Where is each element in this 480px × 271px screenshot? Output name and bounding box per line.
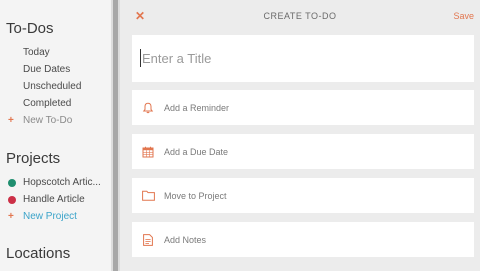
move-to-project-label: Move to Project (164, 190, 227, 201)
project-color-dot (8, 196, 16, 204)
folder-icon (141, 178, 155, 213)
projects-heading: Projects (6, 150, 61, 167)
new-todo-label: New To-Do (23, 115, 73, 126)
bell-icon (141, 90, 155, 125)
new-todo-button[interactable]: + New To-Do (8, 115, 72, 126)
reminder-label: Add a Reminder (164, 102, 230, 113)
nav-item-today[interactable]: Today (23, 47, 50, 58)
title-card (132, 35, 474, 82)
dialog-title: CREATE TO-DO (263, 11, 337, 21)
project-color-dot (8, 179, 16, 187)
move-to-project-row[interactable]: Move to Project (132, 178, 474, 213)
due-date-label: Add a Due Date (164, 146, 229, 157)
sidebar: To-Dos Today Due Dates Unscheduled Compl… (0, 0, 111, 271)
nav-item-unscheduled[interactable]: Unscheduled (23, 81, 81, 92)
locations-heading: Locations (6, 245, 71, 262)
nav-item-completed[interactable]: Completed (23, 98, 71, 109)
project-item-handle-article[interactable]: Handle Article (23, 194, 85, 205)
notes-icon (141, 222, 155, 257)
create-todo-dialog: ✕ CREATE TO-DO Save Add a Reminder (120, 0, 480, 271)
plus-icon: + (8, 211, 14, 222)
nav-item-due-dates[interactable]: Due Dates (23, 64, 70, 75)
new-project-button[interactable]: + New Project (8, 211, 77, 222)
scrollbar[interactable] (113, 0, 118, 271)
calendar-icon (141, 134, 155, 169)
notes-label: Add Notes (164, 234, 207, 245)
project-item-hopscotch[interactable]: Hopscotch Artic... (23, 177, 101, 188)
title-input[interactable] (140, 49, 460, 67)
notes-row[interactable]: Add Notes (132, 222, 474, 257)
due-date-row[interactable]: Add a Due Date (132, 134, 474, 169)
reminder-row[interactable]: Add a Reminder (132, 90, 474, 125)
plus-icon: + (8, 115, 14, 126)
todos-heading: To-Dos (6, 20, 54, 37)
save-button[interactable]: Save (453, 11, 474, 21)
new-project-label: New Project (23, 211, 77, 222)
